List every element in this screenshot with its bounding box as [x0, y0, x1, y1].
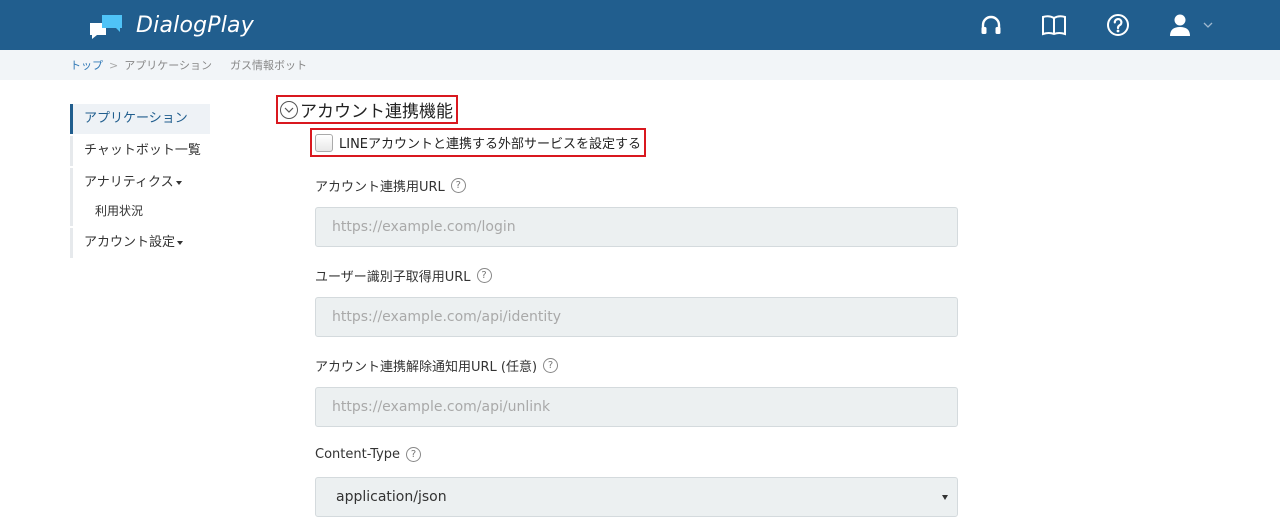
user-menu[interactable] — [1169, 12, 1215, 38]
field-label-content-type: Content-Type ? — [315, 447, 422, 462]
unlink-url-input[interactable] — [315, 387, 958, 427]
sidebar-item-label: アプリケーション — [84, 111, 188, 126]
top-navbar: DialogPlay — [0, 0, 1280, 50]
sidebar-item-applications[interactable]: アプリケーション — [70, 104, 210, 134]
field-label-text: ユーザー識別子取得用URL — [315, 270, 471, 285]
book-icon[interactable] — [1041, 12, 1067, 38]
field-label-text: アカウント連携用URL — [315, 180, 445, 195]
checkbox-label: LINEアカウントと連携する外部サービスを設定する — [339, 137, 642, 152]
help-icon[interactable]: ? — [406, 447, 422, 462]
headset-icon[interactable] — [978, 12, 1004, 38]
breadcrumb: トップ > アプリケーション ガス情報ボット — [0, 50, 1280, 80]
sidebar-item-label: アナリティクス — [84, 175, 174, 190]
field-label-unlink-url: アカウント連携解除通知用URL (任意) ? — [315, 356, 559, 375]
help-icon[interactable] — [1105, 12, 1131, 38]
section-header-account-linking[interactable]: アカウント連携機能 — [276, 95, 458, 124]
sidebar-item-analytics[interactable]: アナリティクス — [70, 168, 210, 198]
caret-down-icon — [177, 240, 184, 245]
field-label-text: アカウント連携解除通知用URL (任意) — [315, 360, 538, 375]
section-title: アカウント連携機能 — [300, 102, 453, 122]
dropdown-arrow-icon — [942, 495, 948, 500]
sidebar-item-label: アカウント設定 — [84, 235, 176, 250]
collapse-chevron-icon[interactable] — [280, 100, 298, 119]
sidebar: アプリケーション チャットボット一覧 アナリティクス 利用状況 アカウント設定 — [70, 104, 210, 260]
content-type-value: application/json — [336, 489, 447, 505]
sidebar-item-chatbot-list[interactable]: チャットボット一覧 — [70, 136, 210, 166]
help-icon[interactable]: ? — [476, 268, 492, 283]
account-linking-checkbox-row[interactable]: LINEアカウントと連携する外部サービスを設定する — [310, 128, 647, 157]
breadcrumb-separator: > — [109, 58, 119, 72]
identity-url-input[interactable] — [315, 297, 958, 337]
content-type-select[interactable]: application/json — [315, 477, 958, 517]
account-linking-checkbox[interactable] — [315, 133, 333, 152]
breadcrumb-current: ガス情報ボット — [230, 59, 307, 72]
user-icon — [1170, 14, 1190, 36]
breadcrumb-applications[interactable]: アプリケーション — [124, 57, 212, 73]
field-label-text: Content-Type — [315, 447, 401, 462]
breadcrumb-top-link[interactable]: トップ — [70, 57, 103, 73]
chevron-down-icon — [1203, 22, 1213, 28]
field-label-linking-url: アカウント連携用URL ? — [315, 176, 466, 195]
chat-bubbles-icon — [88, 11, 124, 39]
field-label-identity-url: ユーザー識別子取得用URL ? — [315, 266, 492, 285]
help-icon[interactable]: ? — [450, 178, 466, 193]
app-name: DialogPlay — [136, 12, 254, 38]
app-logo[interactable]: DialogPlay — [88, 10, 254, 40]
sidebar-item-account-settings[interactable]: アカウント設定 — [70, 228, 210, 258]
linking-url-input[interactable] — [315, 207, 958, 247]
sidebar-item-label: チャットボット一覧 — [84, 143, 201, 158]
caret-down-icon — [175, 180, 182, 185]
help-icon[interactable]: ? — [543, 358, 559, 373]
sidebar-item-usage[interactable]: 利用状況 — [70, 196, 210, 226]
sidebar-item-label: 利用状況 — [95, 204, 144, 218]
